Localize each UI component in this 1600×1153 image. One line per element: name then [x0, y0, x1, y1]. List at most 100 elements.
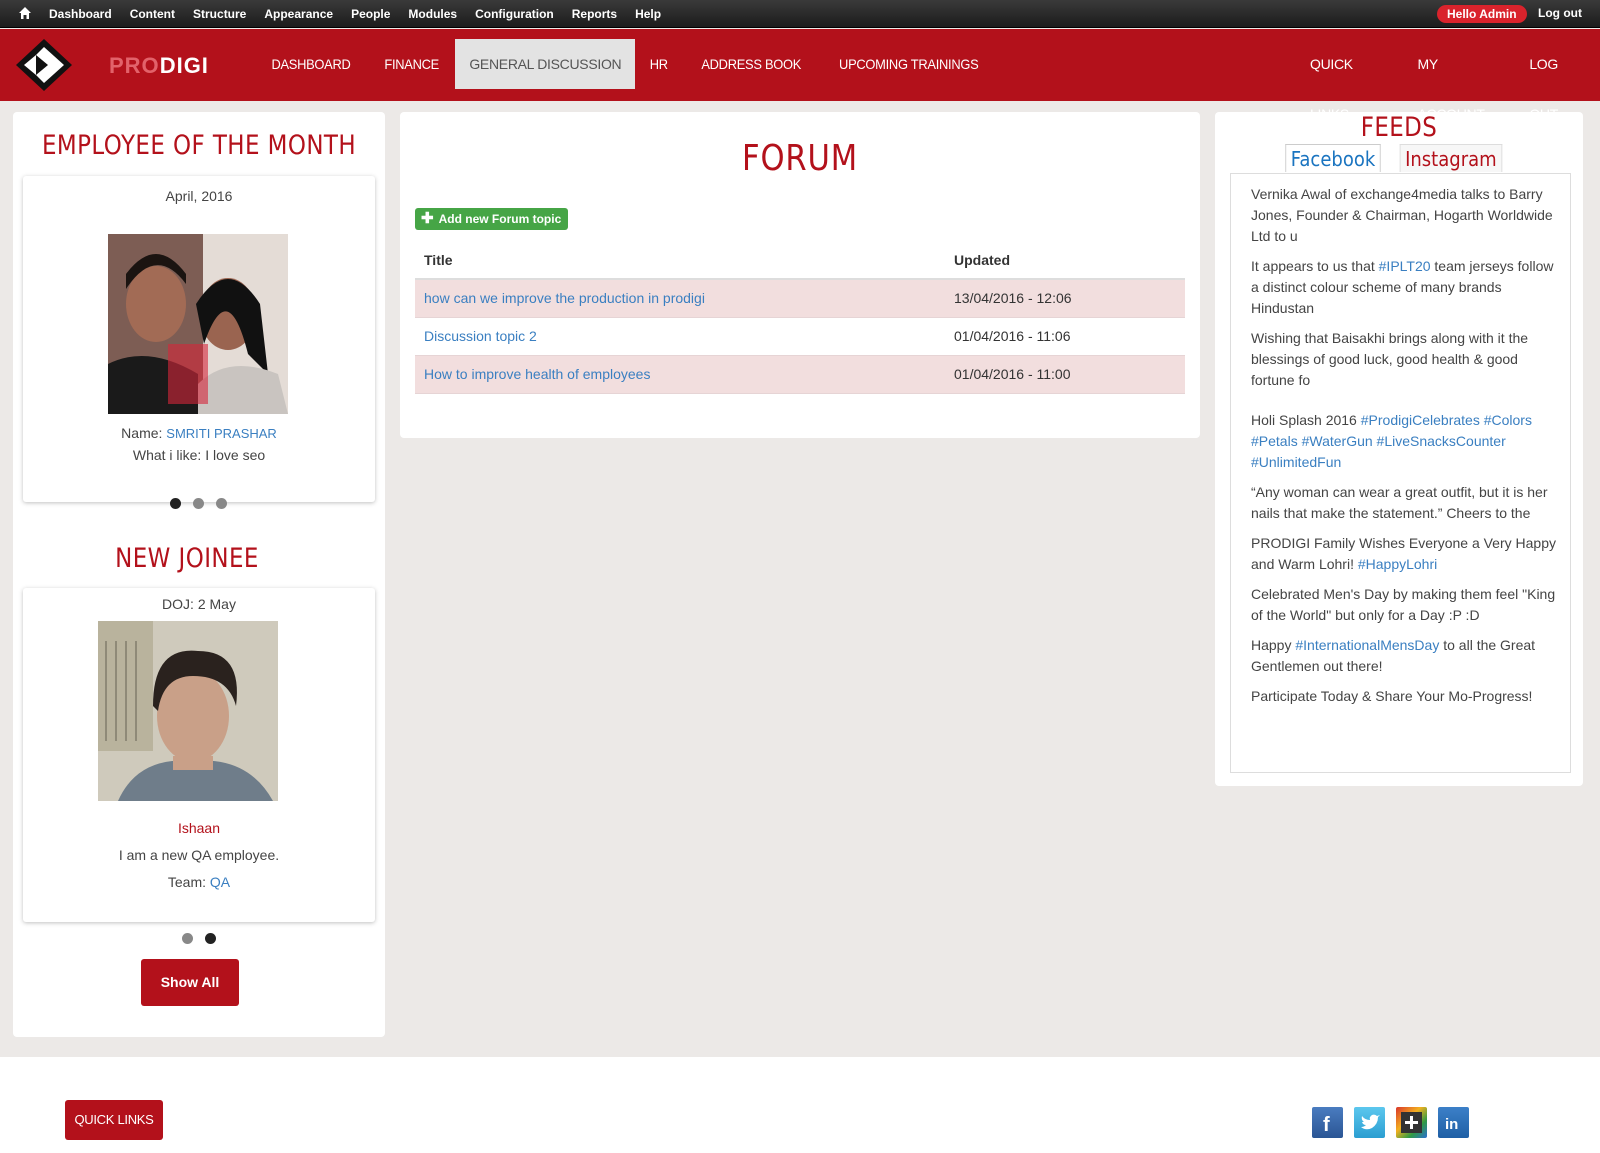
feeds-panel: FEEDS Facebook Instagram Vernika Awal of… — [1215, 112, 1583, 786]
svg-text:f: f — [1323, 1114, 1330, 1136]
topic-link[interactable]: How to improve health of employees — [424, 366, 650, 382]
employee-month-date: April, 2016 — [165, 188, 233, 204]
feeds-tabs: Facebook Instagram — [1280, 144, 1508, 172]
feed-item: Holi Splash 2016 #ProdigiCelebrates #Col… — [1251, 410, 1562, 473]
facebook-icon[interactable]: f — [1312, 1107, 1343, 1138]
feed-item: Wishing that Baisakhi brings along with … — [1251, 330, 1529, 388]
nav-log-out[interactable]: LOG OUT — [1515, 39, 1600, 122]
feeds-title: FEEDS — [1360, 112, 1438, 143]
admin-menu-structure[interactable]: Structure — [184, 7, 255, 21]
topic-link[interactable]: how can we improve the production in pro… — [424, 290, 705, 306]
feed-item: Participate Today & Share Your Mo-Progre… — [1251, 688, 1533, 704]
updated-cell: 01/04/2016 - 11:06 — [945, 317, 1185, 356]
forum-table: Title Updated how can we improve the pro… — [415, 241, 1185, 394]
site-logo[interactable]: PRODIGI — [14, 37, 208, 93]
feed-item: “Any woman can wear a great outfit, but … — [1251, 484, 1548, 521]
home-icon[interactable] — [18, 6, 32, 20]
brand-digi: DIGI — [159, 53, 209, 78]
forum-title: FORUM — [742, 138, 858, 179]
employee-carousel-dots — [170, 498, 227, 509]
carousel-dot[interactable] — [182, 933, 193, 944]
joinee-description: I am a new QA employee. — [118, 847, 280, 863]
feed-text: It appears to us that — [1251, 258, 1379, 274]
carousel-dot[interactable] — [170, 498, 181, 509]
nav-finance[interactable]: FINANCE — [371, 39, 451, 89]
left-sidebar: EMPLOYEE OF THE MONTH April, 2016 Name: … — [13, 112, 385, 1037]
hello-user-badge[interactable]: Hello Admin — [1437, 5, 1527, 23]
table-row: how can we improve the production in pro… — [415, 279, 1185, 318]
employee-photo — [108, 234, 288, 414]
tab-facebook[interactable]: Facebook — [1285, 144, 1381, 172]
hashtag-link[interactable]: #HappyLohri — [1358, 556, 1437, 572]
joinee-team-link[interactable]: QA — [210, 874, 230, 890]
topic-cell: how can we improve the production in pro… — [415, 279, 945, 318]
column-updated[interactable]: Updated — [945, 241, 1185, 280]
feed-item: PRODIGI Family Wishes Everyone a Very Ha… — [1251, 533, 1562, 575]
employee-of-month-title: EMPLOYEE OF THE MONTH — [41, 130, 357, 161]
carousel-dot[interactable] — [216, 498, 227, 509]
admin-menu-reports[interactable]: Reports — [563, 7, 626, 21]
table-row: How to improve health of employees 01/04… — [415, 355, 1185, 394]
topic-cell: Discussion topic 2 — [415, 317, 945, 356]
carousel-dot[interactable] — [193, 498, 204, 509]
employee-of-month-card: April, 2016 Name: SMRITI PRASHAR What i … — [23, 176, 375, 502]
joinee-name: Ishaan — [177, 820, 221, 836]
nav-quick-links[interactable]: QUICK LINKS — [1296, 39, 1403, 122]
admin-toolbar: Dashboard Content Structure Appearance P… — [0, 0, 1600, 28]
admin-menu-help[interactable]: Help — [626, 7, 670, 21]
nav-my-account[interactable]: MY ACCOUNT — [1403, 39, 1515, 122]
hashtag-link[interactable]: #InternationalMensDay — [1295, 637, 1439, 653]
twitter-icon[interactable] — [1354, 1107, 1385, 1138]
employee-like-text: What i like: I love seo — [132, 447, 266, 463]
feed-item: Vernika Awal of exchange4media talks to … — [1251, 186, 1553, 244]
secondary-nav: QUICK LINKS MY ACCOUNT LOG OUT — [1296, 39, 1600, 122]
new-joinee-title: NEW JOINEE — [115, 543, 259, 574]
column-title[interactable]: Title — [415, 241, 945, 280]
site-header: PRODIGI DASHBOARD FINANCE GENERAL DISCUS… — [0, 29, 1600, 122]
tab-instagram[interactable]: Instagram — [1399, 144, 1503, 172]
nav-address-book[interactable]: ADDRESS BOOK — [688, 39, 814, 89]
svg-text:in: in — [1445, 1116, 1458, 1133]
table-header-row: Title Updated — [415, 241, 1185, 280]
main-nav: DASHBOARD FINANCE GENERAL DISCUSSION HR … — [254, 39, 999, 89]
feed-item: Celebrated Men's Day by making them feel… — [1251, 586, 1556, 623]
add-forum-topic-button[interactable]: ✚ Add new Forum topic — [415, 208, 569, 230]
linkedin-icon[interactable]: in — [1438, 1107, 1469, 1138]
employee-name-line: Name: SMRITI PRASHAR — [23, 425, 375, 441]
joinee-team-label: Team: — [167, 874, 210, 890]
hashtag-link[interactable]: #IPLT20 — [1379, 258, 1431, 274]
nav-general-discussion[interactable]: GENERAL DISCUSSION — [455, 39, 636, 89]
hello-username: Admin — [1479, 7, 1517, 21]
admin-logout-link[interactable]: Log out — [1538, 6, 1582, 20]
feed-item: It appears to us that #IPLT20 team jerse… — [1251, 256, 1562, 319]
nav-dashboard[interactable]: DASHBOARD — [259, 39, 364, 89]
carousel-dot[interactable] — [205, 933, 216, 944]
feed-text: Holi Splash 2016 — [1251, 412, 1361, 428]
admin-menu-configuration[interactable]: Configuration — [466, 7, 563, 21]
joinee-doj: DOJ: 2 May — [162, 596, 236, 612]
feed-item: Happy #InternationalMensDay to all the G… — [1251, 635, 1562, 677]
footer-quick-links-button[interactable]: QUICK LINKS — [65, 1100, 163, 1140]
admin-menu-content[interactable]: Content — [121, 7, 184, 21]
brand-name: PRODIGI — [109, 53, 209, 79]
updated-cell: 13/04/2016 - 12:06 — [945, 279, 1185, 318]
plus-icon: ✚ — [421, 210, 434, 227]
forum-panel: FORUM ✚ Add new Forum topic Title Update… — [400, 112, 1200, 438]
add-forum-topic-label: Add new Forum topic — [438, 212, 562, 226]
nav-upcoming-trainings[interactable]: UPCOMING TRAININGS — [827, 39, 992, 89]
admin-menu-dashboard[interactable]: Dashboard — [40, 7, 121, 21]
brand-pro: PRO — [109, 53, 160, 78]
joinee-team-line: Team: QA — [23, 874, 375, 890]
admin-menu-modules[interactable]: Modules — [399, 7, 466, 21]
admin-menu-appearance[interactable]: Appearance — [255, 7, 342, 21]
topic-link[interactable]: Discussion topic 2 — [424, 328, 537, 344]
new-joinee-card: DOJ: 2 May Ishaan I am a new QA employee… — [23, 588, 375, 922]
nav-hr[interactable]: HR — [637, 39, 681, 89]
admin-menu-people[interactable]: People — [342, 7, 399, 21]
show-all-button[interactable]: Show All — [141, 959, 239, 1006]
employee-name-label: Name: — [121, 425, 167, 441]
google-plus-icon[interactable] — [1396, 1107, 1427, 1138]
hello-prefix: Hello — [1447, 7, 1480, 21]
site-footer: QUICK LINKS f in — [0, 1057, 1600, 1153]
employee-name-link[interactable]: SMRITI PRASHAR — [166, 426, 277, 441]
